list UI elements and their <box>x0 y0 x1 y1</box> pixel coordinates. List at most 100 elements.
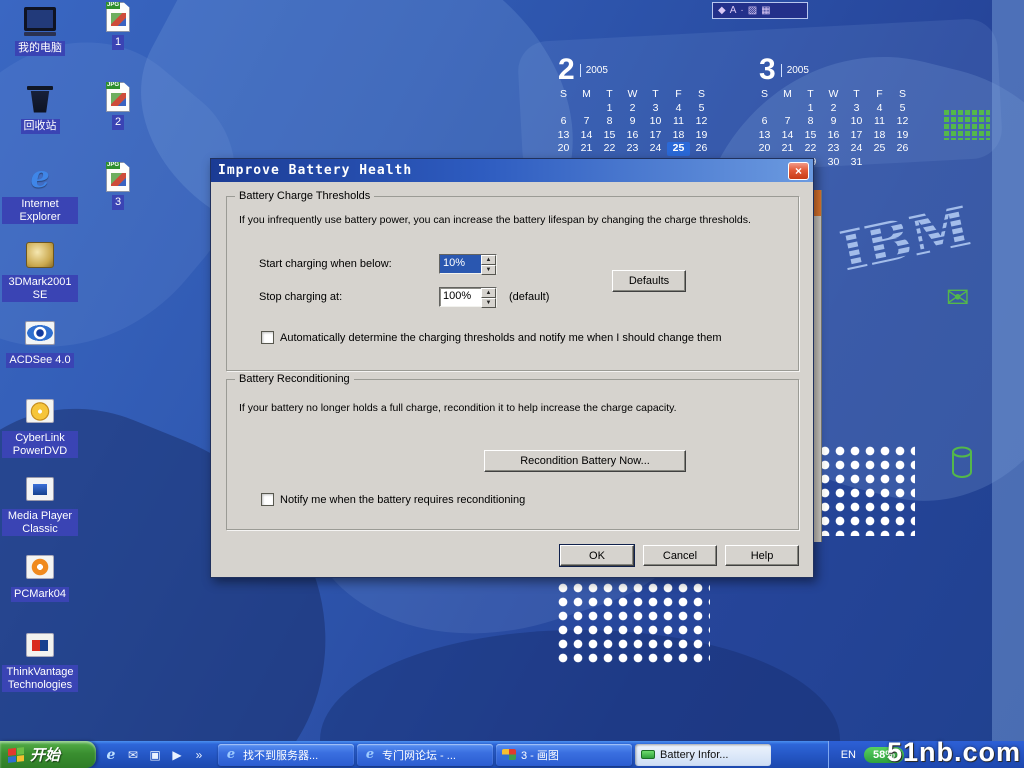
stop-charging-value[interactable]: 100% <box>440 288 481 306</box>
ime-punctuation-icon[interactable]: · <box>740 6 743 16</box>
start-charging-value[interactable]: 10% <box>440 255 481 273</box>
calendar-day[interactable]: 18 <box>667 129 690 143</box>
desktop-icon-jpg-2[interactable]: JPG2 <box>88 82 148 162</box>
spin-up-icon[interactable]: ▲ <box>481 255 496 265</box>
calendar-day[interactable]: 17 <box>644 129 667 143</box>
calendar-day[interactable]: 15 <box>598 129 621 143</box>
calendar-day[interactable]: 23 <box>822 142 845 156</box>
start-button[interactable]: 开始 <box>0 741 96 768</box>
calendar-day[interactable]: 10 <box>845 115 868 129</box>
calendar-day[interactable]: 7 <box>575 115 598 129</box>
mail-icon[interactable]: ✉ <box>124 746 142 764</box>
taskbar-task[interactable]: e专门网论坛 - ... <box>357 744 493 766</box>
desktop-icon-jpg-1[interactable]: JPG1 <box>88 2 148 82</box>
calendar-day[interactable]: 3 <box>845 102 868 116</box>
calendar-day[interactable]: 25 <box>667 142 690 156</box>
calendar-day[interactable]: 16 <box>822 129 845 143</box>
ime-mode-icon[interactable]: A <box>730 6 737 16</box>
desktop-icon-acdsee[interactable]: ACDSee 4.0 <box>2 316 78 394</box>
spin-up-icon[interactable]: ▲ <box>481 288 496 298</box>
calendar-day[interactable]: 26 <box>690 142 713 156</box>
calendar-day[interactable]: 22 <box>598 142 621 156</box>
desktop-icon-3dmark2001[interactable]: 3DMark2001 SE <box>2 238 78 316</box>
notify-reconditioning-label[interactable]: Notify me when the battery requires reco… <box>280 494 525 506</box>
cancel-button[interactable]: Cancel <box>643 545 717 566</box>
calendar-day[interactable]: 31 <box>845 156 868 170</box>
calendar-day[interactable]: 16 <box>621 129 644 143</box>
calendar-day[interactable]: 5 <box>891 102 914 116</box>
calendar-day[interactable]: 12 <box>891 115 914 129</box>
calendar-day[interactable]: 13 <box>552 129 575 143</box>
auto-determine-label[interactable]: Automatically determine the charging thr… <box>280 332 721 344</box>
calendar-day[interactable]: 10 <box>644 115 667 129</box>
calendar-day[interactable]: 18 <box>868 129 891 143</box>
calendar-day[interactable]: 20 <box>552 142 575 156</box>
spinner-arrows[interactable]: ▲▼ <box>481 255 496 273</box>
calendar-day[interactable]: 21 <box>575 142 598 156</box>
calendar-day[interactable]: 3 <box>644 102 667 116</box>
calendar-day[interactable]: 22 <box>799 142 822 156</box>
media-player-icon[interactable]: ▶ <box>168 746 186 764</box>
calendar-day[interactable]: 21 <box>776 142 799 156</box>
spinner-arrows[interactable]: ▲▼ <box>481 288 496 306</box>
calendar-day[interactable]: 1 <box>598 102 621 116</box>
desktop-icon-mpc[interactable]: Media Player Classic <box>2 472 78 550</box>
desktop-icon-recycle-bin[interactable]: 回收站 <box>2 82 78 160</box>
calendar-day[interactable]: 11 <box>667 115 690 129</box>
internet-explorer-icon[interactable]: e <box>102 746 120 764</box>
language-indicator[interactable]: EN <box>841 749 856 761</box>
calendar-day[interactable]: 6 <box>753 115 776 129</box>
help-button[interactable]: Help <box>725 545 799 566</box>
calendar-day[interactable]: 14 <box>776 129 799 143</box>
calendar-day[interactable]: 2 <box>822 102 845 116</box>
notify-reconditioning-checkbox[interactable] <box>261 493 274 506</box>
desktop-icon-thinkvantage[interactable]: ThinkVantage Technologies <box>2 628 78 706</box>
calendar-day[interactable]: 4 <box>667 102 690 116</box>
calendar-day[interactable]: 7 <box>776 115 799 129</box>
calendar-day[interactable]: 24 <box>845 142 868 156</box>
calendar-day[interactable]: 19 <box>690 129 713 143</box>
show-desktop-icon[interactable]: ▣ <box>146 746 164 764</box>
calendar-day[interactable]: 1 <box>799 102 822 116</box>
calendar-day[interactable]: 25 <box>868 142 891 156</box>
calendar-day[interactable]: 2 <box>621 102 644 116</box>
spin-down-icon[interactable]: ▼ <box>481 265 496 275</box>
calendar-day[interactable]: 24 <box>644 142 667 156</box>
desktop-icon-my-computer[interactable]: 我的电脑 <box>2 4 78 82</box>
close-icon[interactable]: × <box>788 162 809 180</box>
calendar-day[interactable]: 19 <box>891 129 914 143</box>
calendar-day[interactable]: 8 <box>598 115 621 129</box>
desktop-icon-pcmark[interactable]: PCMark04 <box>2 550 78 628</box>
calendar-day[interactable]: 30 <box>822 156 845 170</box>
desktop-icon-powerdvd[interactable]: CyberLink PowerDVD <box>2 394 78 472</box>
stop-charging-spinner[interactable]: 100% ▲▼ <box>439 287 497 307</box>
calendar-day[interactable]: 12 <box>690 115 713 129</box>
taskbar-task[interactable]: e找不到服务器... <box>218 744 354 766</box>
taskbar-task[interactable]: 3 - 画图 <box>496 744 632 766</box>
calendar-day[interactable]: 4 <box>868 102 891 116</box>
calendar-day[interactable]: 9 <box>621 115 644 129</box>
desktop-icon-jpg-3[interactable]: JPG3 <box>88 162 148 242</box>
calendar-day[interactable]: 15 <box>799 129 822 143</box>
more-chevron-icon[interactable]: » <box>190 746 208 764</box>
spin-down-icon[interactable]: ▼ <box>481 298 496 308</box>
ime-pen-icon[interactable]: ▨ <box>748 6 757 16</box>
taskbar-task[interactable]: Battery Infor... <box>635 744 771 766</box>
calendar-day[interactable]: 6 <box>552 115 575 129</box>
calendar-day[interactable]: 5 <box>690 102 713 116</box>
defaults-button[interactable]: Defaults <box>612 270 686 292</box>
calendar-day[interactable]: 8 <box>799 115 822 129</box>
ok-button[interactable]: OK <box>560 545 634 566</box>
auto-determine-checkbox[interactable] <box>261 331 274 344</box>
calendar-day[interactable]: 11 <box>868 115 891 129</box>
top-widget[interactable]: ◆ A· ▨ ▦ <box>712 2 808 19</box>
calendar-day[interactable]: 17 <box>845 129 868 143</box>
calendar-day[interactable]: 20 <box>753 142 776 156</box>
ime-handle-icon[interactable]: ◆ <box>718 6 726 16</box>
calendar-day[interactable]: 13 <box>753 129 776 143</box>
dialog-titlebar[interactable]: Improve Battery Health × <box>211 159 813 182</box>
ime-keyboard-icon[interactable]: ▦ <box>761 6 770 16</box>
calendar-day[interactable]: 9 <box>822 115 845 129</box>
start-charging-spinner[interactable]: 10% ▲▼ <box>439 254 497 274</box>
recondition-battery-button[interactable]: Recondition Battery Now... <box>484 450 686 472</box>
